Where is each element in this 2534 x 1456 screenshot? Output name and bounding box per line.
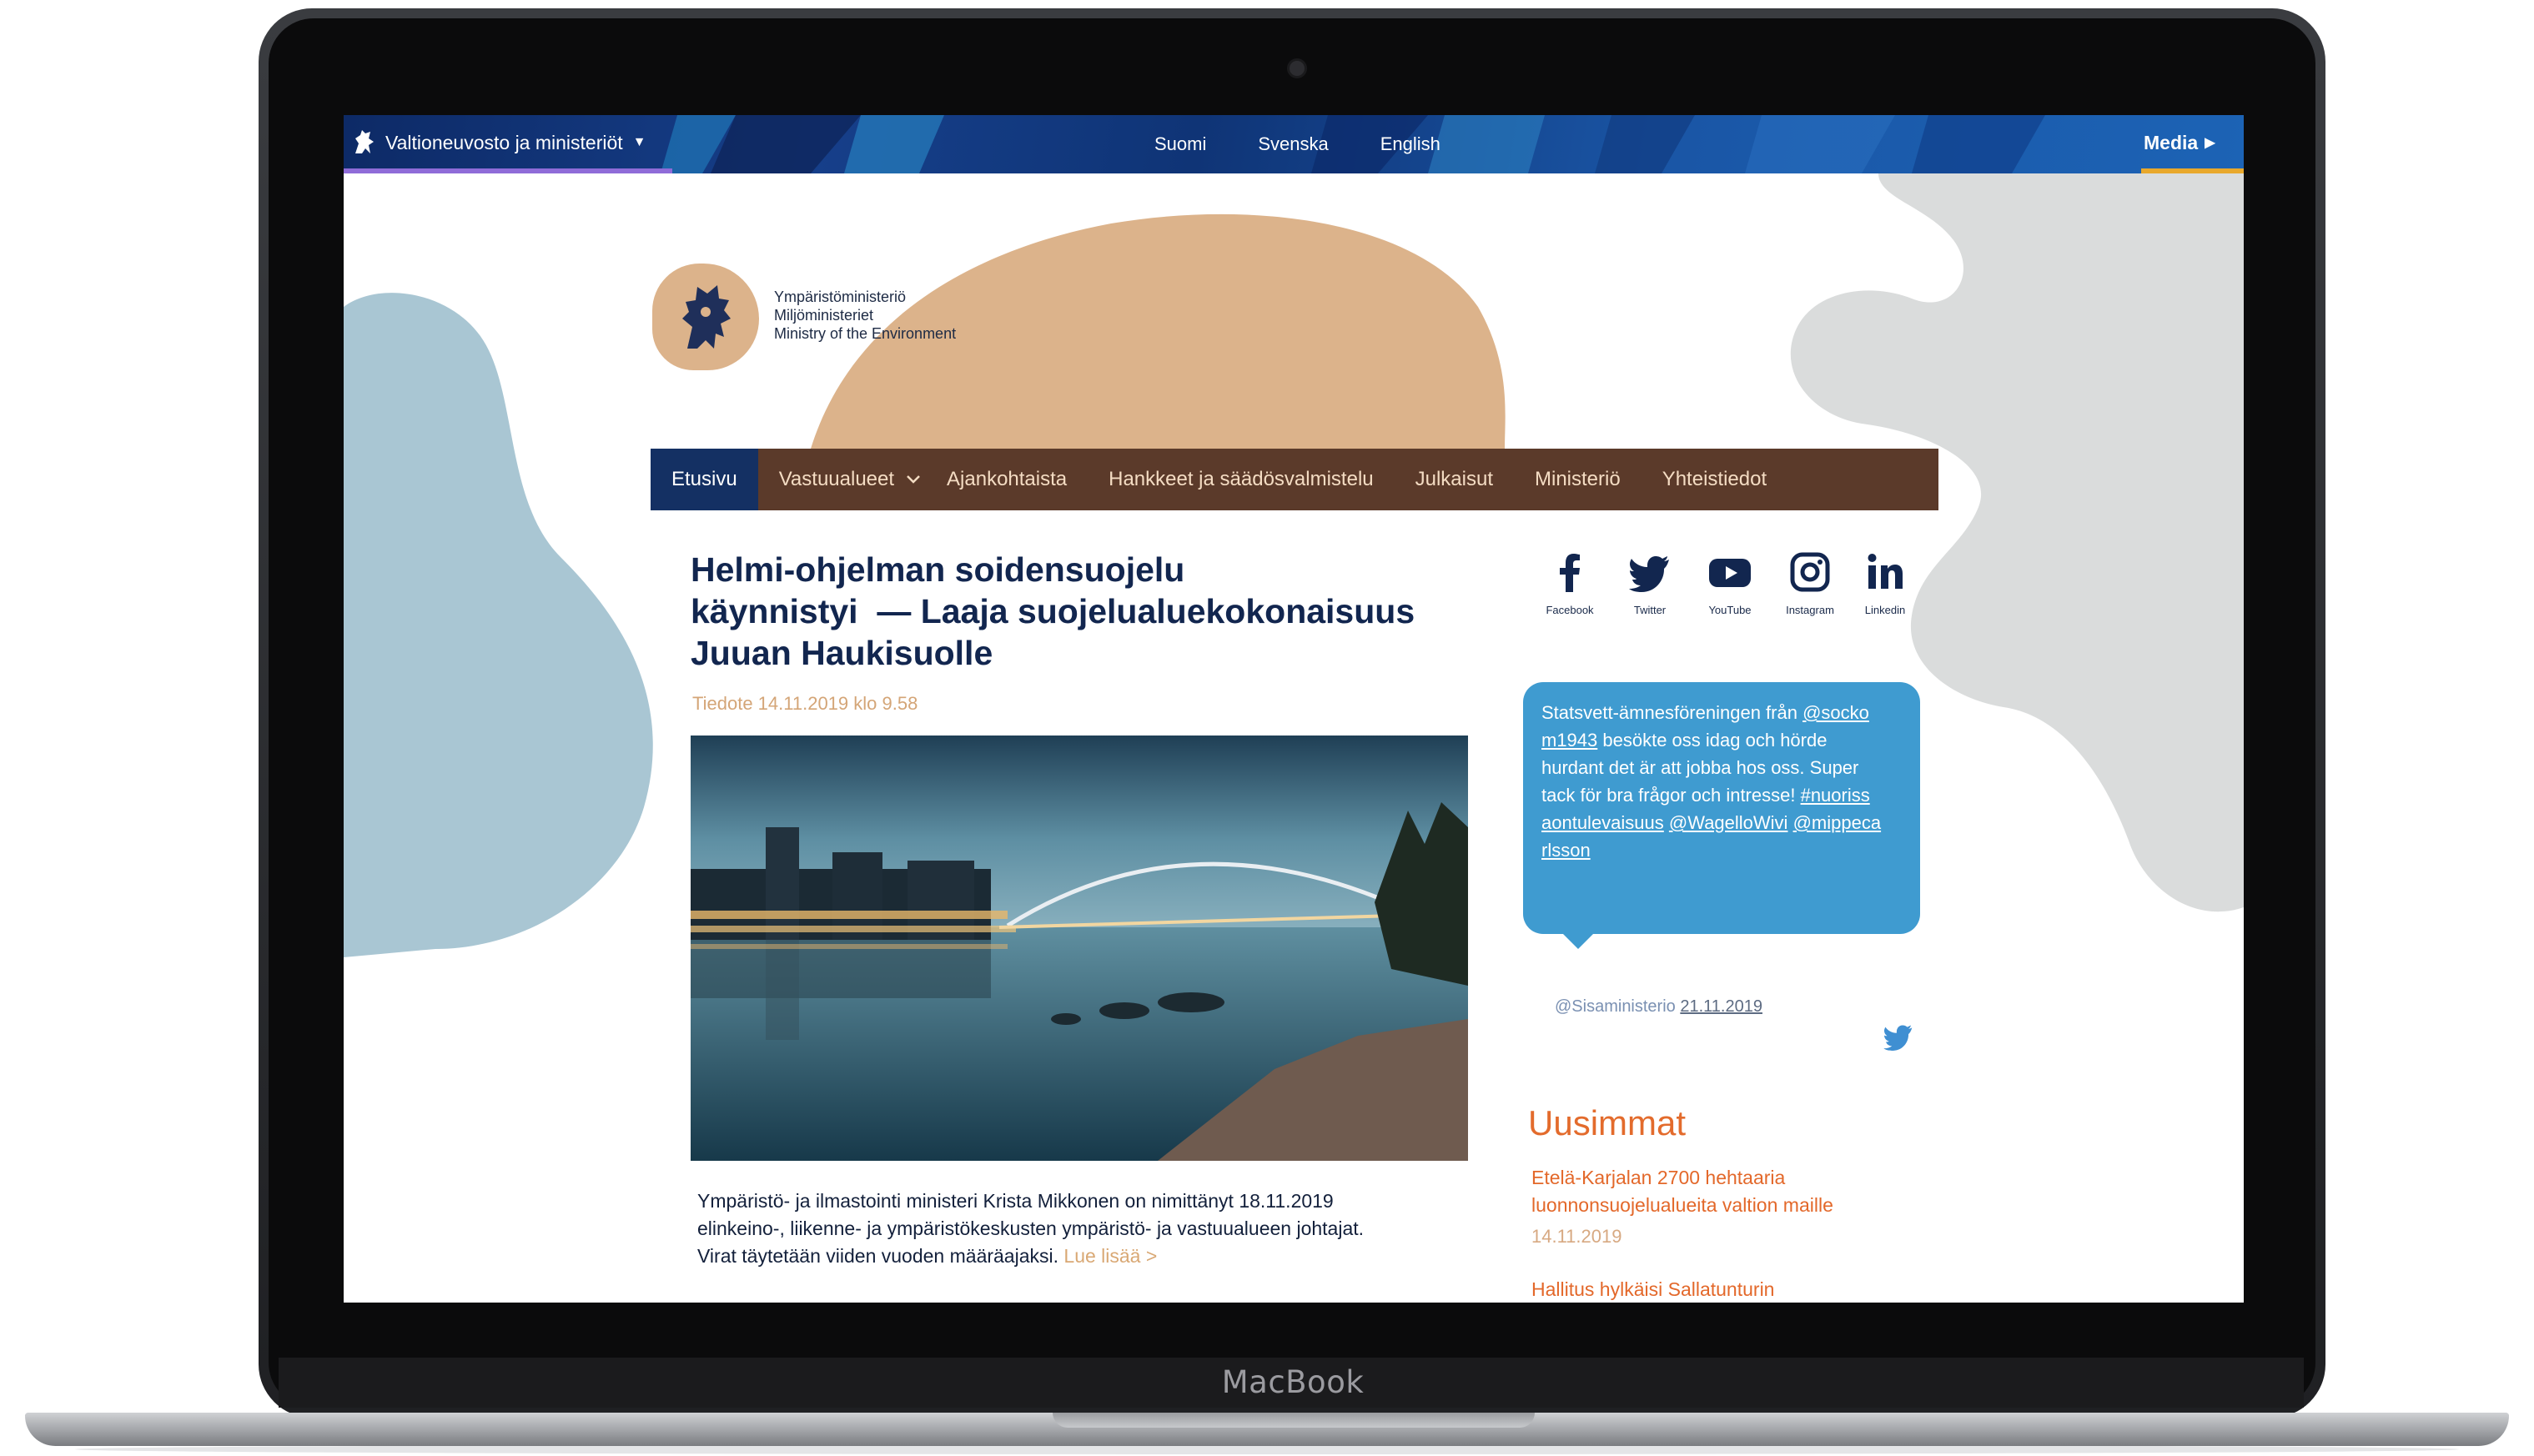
tweet-hashtag-link[interactable]: #nuoriss bbox=[1801, 785, 1870, 806]
tweet-hashtag-link[interactable]: aontulevaisuus bbox=[1541, 812, 1664, 833]
social-link-linkedin[interactable]: Linkedin bbox=[1850, 552, 1920, 616]
article-date: Tiedote 14.11.2019 klo 9.58 bbox=[692, 693, 918, 714]
tweet-mention-link[interactable]: @WagelloWivi bbox=[1669, 812, 1788, 833]
latest-item-line: luonnonsuojelualueita valtion maille bbox=[1531, 1194, 1833, 1216]
social-link-youtube[interactable]: YouTube bbox=[1695, 552, 1765, 616]
nav-item-etusivu[interactable]: Etusivu bbox=[651, 449, 758, 510]
social-label: YouTube bbox=[1708, 604, 1752, 616]
government-menu[interactable]: Valtioneuvosto ja ministeriöt ▼ bbox=[352, 115, 646, 170]
tweet-text-part: Statsvett-ämnesföreningen från bbox=[1541, 702, 1803, 723]
tweet-bubble-tail bbox=[1560, 931, 1596, 949]
tweet-date[interactable]: 21.11.2019 bbox=[1680, 997, 1762, 1016]
government-menu-underline bbox=[344, 168, 672, 173]
nav-item-ministerio[interactable]: Ministeriö bbox=[1514, 449, 1642, 510]
article-headline[interactable]: Helmi-ohjelman soidensuojelu käynnistyi … bbox=[691, 549, 1458, 674]
chevron-down-icon: ▼ bbox=[632, 135, 646, 149]
chevron-down-icon bbox=[907, 475, 920, 484]
nav-item-hankkeet[interactable]: Hankkeet ja säädösvalmistelu bbox=[1088, 449, 1395, 510]
facebook-icon bbox=[1560, 554, 1580, 592]
chevron-right-icon: ▶ bbox=[2205, 136, 2215, 150]
logo-text-fi: Ympäristöministeriö bbox=[774, 289, 907, 305]
tweet-text-part: hurdant det är att jobba hos oss. Super bbox=[1541, 757, 1859, 778]
social-link-facebook[interactable]: Facebook bbox=[1535, 552, 1605, 616]
social-link-instagram[interactable]: Instagram bbox=[1775, 552, 1845, 616]
language-link-en[interactable]: English bbox=[1380, 133, 1440, 155]
finnish-lion-icon bbox=[355, 130, 374, 153]
top-bar: Valtioneuvosto ja ministeriöt ▼ Suomi Sv… bbox=[344, 115, 2244, 173]
nav-item-label: Vastuualueet bbox=[778, 468, 895, 490]
latest-item-date: 14.11.2019 bbox=[1531, 1226, 1622, 1247]
language-switcher: Suomi Svenska English bbox=[1154, 115, 1440, 173]
social-label: Instagram bbox=[1786, 604, 1834, 616]
tweet-mention-link[interactable]: m1943 bbox=[1541, 730, 1597, 751]
government-menu-label: Valtioneuvosto ja ministeriöt bbox=[385, 131, 623, 153]
main-navigation: Etusivu Vastuualueet Ajankohtaista Hankk… bbox=[651, 449, 1938, 510]
lead-line: Virat täytetään viiden vuoden määräajaks… bbox=[697, 1243, 1448, 1270]
media-link[interactable]: Media ▶ bbox=[2144, 115, 2215, 170]
latest-item-line: Etelä-Karjalan 2700 hehtaaria bbox=[1531, 1167, 1786, 1188]
tweet-mention-link[interactable]: @socko bbox=[1802, 702, 1869, 723]
headline-line: Helmi-ohjelman soidensuojelu bbox=[691, 550, 1185, 589]
language-link-sv[interactable]: Svenska bbox=[1258, 133, 1328, 155]
logo-text-en: Ministry of the Environment bbox=[774, 325, 957, 342]
tweet-text-part: besökte oss idag och hörde bbox=[1597, 730, 1828, 751]
lead-line: Ympäristö- ja ilmastointi ministeri Kris… bbox=[697, 1190, 1334, 1212]
youtube-icon bbox=[1709, 559, 1751, 587]
social-label: Linkedin bbox=[1864, 604, 1906, 616]
tweet-meta: @Sisaministerio 21.11.2019 bbox=[1555, 997, 1762, 1017]
media-link-label: Media bbox=[2144, 131, 2199, 153]
instagram-icon bbox=[1790, 552, 1830, 592]
browser-viewport: Valtioneuvosto ja ministeriöt ▼ Suomi Sv… bbox=[344, 115, 2244, 1303]
nav-item-vastuualueet[interactable]: Vastuualueet bbox=[758, 449, 942, 510]
lead-line-text: Virat täytetään viiden vuoden määräajaks… bbox=[697, 1245, 1059, 1267]
tweet-text: Statsvett-ämnesföreningen från @socko m1… bbox=[1541, 699, 1908, 864]
headline-line: käynnistyi — Laaja suojelualuekokonaisuu… bbox=[691, 592, 1415, 630]
twitter-bird-icon[interactable] bbox=[1882, 1022, 1915, 1051]
social-label: Twitter bbox=[1633, 604, 1667, 616]
laptop-brand-label: MacBook bbox=[1221, 1364, 1365, 1400]
coat-of-arms-icon bbox=[682, 285, 731, 349]
lead-line: elinkeino-, liikenne- ja ympäristökeskus… bbox=[697, 1218, 1365, 1239]
headline-line: Juuan Haukisuolle bbox=[691, 634, 993, 672]
bridge-night-photo bbox=[691, 736, 1468, 1161]
tweet-mention-link[interactable]: rlsson bbox=[1541, 840, 1591, 861]
camera-icon bbox=[1287, 58, 1307, 78]
blue-blob bbox=[344, 293, 653, 957]
social-label: Facebook bbox=[1546, 604, 1594, 616]
article-image[interactable] bbox=[691, 736, 1468, 1161]
tweet-mention-link[interactable]: @mippeca bbox=[1793, 812, 1882, 833]
article-lead: Ympäristö- ja ilmastointi ministeri Kris… bbox=[697, 1187, 1448, 1270]
tweet-handle[interactable]: @Sisaministerio bbox=[1555, 997, 1676, 1016]
laptop-notch bbox=[1053, 1413, 1535, 1428]
social-link-twitter[interactable]: Twitter bbox=[1615, 552, 1685, 616]
linkedin-icon bbox=[1868, 554, 1903, 589]
latest-item-link[interactable]: Hallitus hylkäisi Sallatunturin bbox=[1531, 1276, 1774, 1303]
ministry-logo[interactable] bbox=[652, 264, 759, 370]
read-more-link[interactable]: Lue lisää > bbox=[1063, 1245, 1157, 1267]
nav-item-ajankohtaista[interactable]: Ajankohtaista bbox=[942, 449, 1088, 510]
language-link-fi[interactable]: Suomi bbox=[1154, 133, 1206, 155]
logo-text-sv: Miljöministeriet bbox=[774, 307, 874, 324]
latest-item-link[interactable]: Etelä-Karjalan 2700 hehtaaria luonnonsuo… bbox=[1531, 1164, 1833, 1219]
latest-heading: Uusimmat bbox=[1528, 1103, 1687, 1142]
media-underline bbox=[2141, 168, 2244, 173]
nav-item-yhteistiedot[interactable]: Yhteistiedot bbox=[1642, 449, 1787, 510]
tweet-text-part: tack för bra frågor och intresse! bbox=[1541, 785, 1801, 806]
nav-item-julkaisut[interactable]: Julkaisut bbox=[1395, 449, 1514, 510]
twitter-icon bbox=[1629, 556, 1669, 592]
